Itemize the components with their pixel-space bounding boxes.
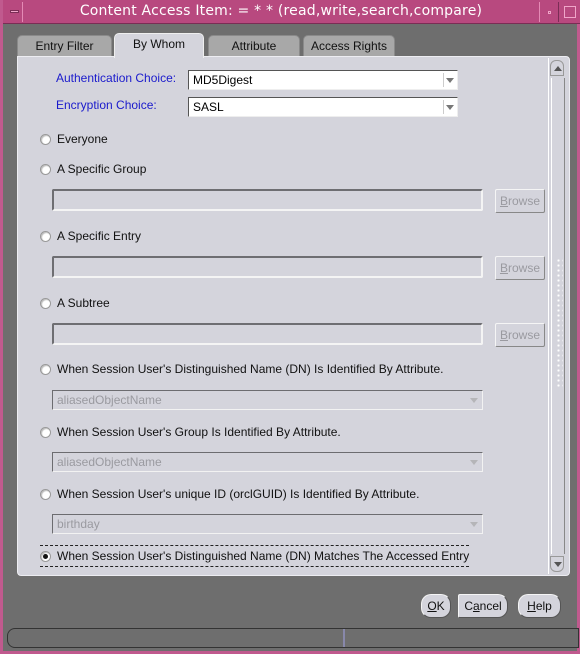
chevron-down-icon[interactable] <box>468 517 480 531</box>
radio-button[interactable] <box>40 133 51 145</box>
grip-icon <box>556 258 563 388</box>
radio-label: A Subtree <box>57 296 110 310</box>
help-button[interactable]: Help <box>518 594 561 618</box>
radio-label: A Specific Group <box>57 162 147 176</box>
radio-button[interactable] <box>40 550 51 562</box>
maximize-button[interactable] <box>561 2 580 22</box>
scrollbar-thumb[interactable] <box>551 78 565 554</box>
radio-label: When Session User's Distinguished Name (… <box>57 362 444 376</box>
scroll-down-icon[interactable] <box>550 556 564 572</box>
tab-entry-filter[interactable]: Entry Filter <box>17 35 112 57</box>
radio-everyone[interactable]: Everyone <box>40 132 108 146</box>
radio-specific-entry[interactable]: A Specific Entry <box>40 229 141 243</box>
help-label: elp <box>535 599 552 613</box>
cancel-button[interactable]: Cancel <box>458 594 508 618</box>
radio-button[interactable] <box>40 163 51 175</box>
dialog-window: Content Access Item: = * * (read,write,s… <box>0 0 580 654</box>
window-menu-icon <box>10 10 19 13</box>
encryption-choice-value: SASL <box>193 100 224 114</box>
tab-access-rights[interactable]: Access Rights <box>303 35 395 57</box>
guid-attribute-value: birthday <box>57 517 100 531</box>
window-title: Content Access Item: = * * (read,write,s… <box>79 3 483 19</box>
minimize-icon <box>548 11 551 14</box>
specific-group-input[interactable] <box>52 189 483 211</box>
browse-subtree-button[interactable]: Browse <box>495 323 545 347</box>
chevron-down-icon[interactable] <box>443 73 455 87</box>
cancel-label-pre: C <box>464 599 473 613</box>
radio-label: When Session User's Distinguished Name (… <box>57 549 470 563</box>
subtree-input[interactable] <box>52 323 483 345</box>
guid-attribute-select[interactable]: birthday <box>52 514 483 534</box>
radio-button[interactable] <box>40 488 51 500</box>
mnemonic: B <box>499 328 508 342</box>
specific-entry-input[interactable] <box>52 256 483 278</box>
authentication-choice-value: MD5Digest <box>193 73 253 87</box>
encryption-choice-label: Encryption Choice: <box>56 98 157 112</box>
group-attribute-select[interactable]: aliasedObjectName <box>52 452 483 472</box>
browse-label: rowse <box>508 261 541 275</box>
maximize-icon <box>564 6 576 18</box>
radio-group-by-attribute[interactable]: When Session User's Group Is Identified … <box>40 425 341 439</box>
title-bar[interactable]: Content Access Item: = * * (read,write,s… <box>3 0 580 24</box>
mnemonic: B <box>499 194 508 208</box>
radio-button[interactable] <box>40 426 51 438</box>
ok-button[interactable]: OK <box>421 594 451 618</box>
dn-attribute-select[interactable]: aliasedObjectName <box>52 390 483 410</box>
radio-button[interactable] <box>40 297 51 309</box>
by-whom-panel: Authentication Choice: MD5Digest Encrypt… <box>17 56 570 576</box>
minimize-button[interactable] <box>539 2 559 22</box>
radio-label: When Session User's unique ID (orclGUID)… <box>57 487 420 501</box>
radio-button[interactable] <box>40 363 51 375</box>
mnemonic: B <box>499 261 508 275</box>
radio-guid-by-attribute[interactable]: When Session User's unique ID (orclGUID)… <box>40 487 419 501</box>
tab-by-whom[interactable]: By Whom <box>114 33 204 58</box>
browse-label: rowse <box>508 328 541 342</box>
radio-button[interactable] <box>40 230 51 242</box>
mnemonic: O <box>427 599 437 613</box>
chevron-down-icon[interactable] <box>468 393 480 407</box>
encryption-choice-select[interactable]: SASL <box>188 97 458 117</box>
mnemonic: H <box>527 599 536 613</box>
authentication-choice-label: Authentication Choice: <box>56 71 177 85</box>
radio-dn-matches-entry[interactable]: When Session User's Distinguished Name (… <box>40 545 470 567</box>
chevron-down-icon[interactable] <box>468 455 480 469</box>
dn-attribute-value: aliasedObjectName <box>57 393 162 407</box>
status-separator <box>343 629 345 647</box>
browse-group-button[interactable]: Browse <box>495 189 545 213</box>
vertical-scrollbar[interactable] <box>548 58 566 574</box>
radio-dn-by-attribute[interactable]: When Session User's Distinguished Name (… <box>40 362 443 376</box>
ok-label: K <box>436 599 445 613</box>
status-bar <box>7 628 579 648</box>
chevron-down-icon[interactable] <box>443 100 455 114</box>
tab-attribute[interactable]: Attribute <box>208 35 300 57</box>
radio-label: Everyone <box>57 132 108 146</box>
mnemonic: a <box>472 599 480 613</box>
authentication-choice-select[interactable]: MD5Digest <box>188 70 458 90</box>
cancel-label: ncel <box>479 599 502 613</box>
browse-entry-button[interactable]: Browse <box>495 256 545 280</box>
radio-label: A Specific Entry <box>57 229 142 243</box>
window-menu-button[interactable] <box>5 2 23 22</box>
scroll-up-icon[interactable] <box>550 60 564 76</box>
radio-specific-group[interactable]: A Specific Group <box>40 162 146 176</box>
group-attribute-value: aliasedObjectName <box>57 455 162 469</box>
radio-subtree[interactable]: A Subtree <box>40 296 110 310</box>
browse-label: rowse <box>508 194 541 208</box>
radio-label: When Session User's Group Is Identified … <box>57 425 341 439</box>
